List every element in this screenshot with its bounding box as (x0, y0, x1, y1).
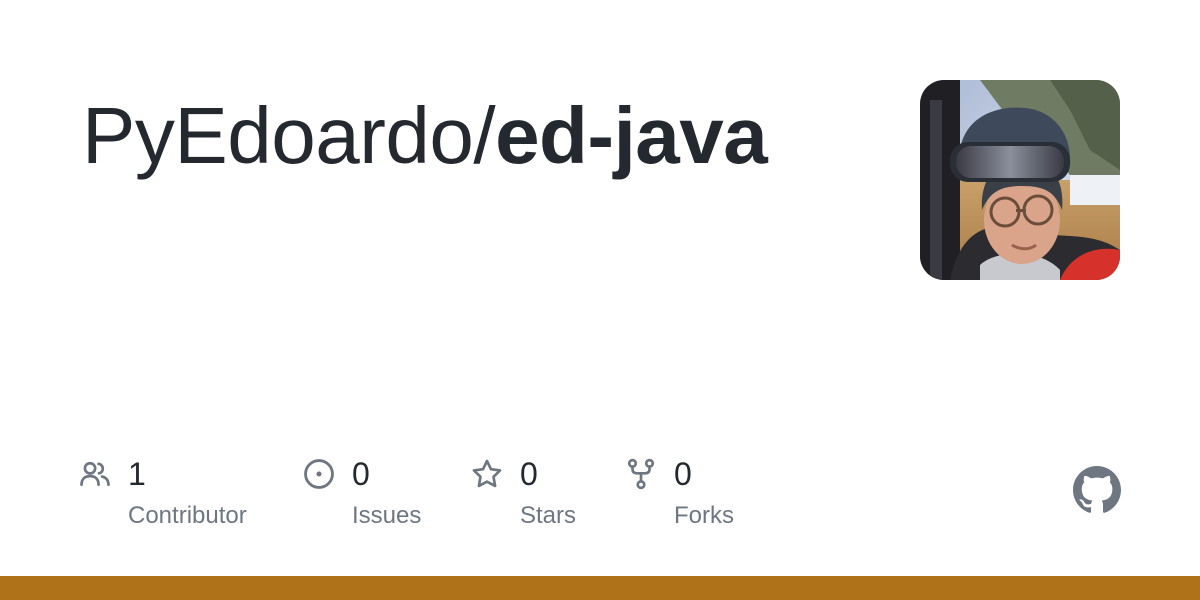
repo-name: ed-java (495, 91, 768, 180)
repo-forked-icon (627, 458, 655, 490)
language-bar (0, 576, 1200, 600)
issues-label: Issues (352, 502, 422, 529)
github-mark-icon[interactable] (1073, 466, 1121, 514)
stars-label: Stars (520, 502, 577, 529)
owner-avatar (920, 80, 1120, 280)
repo-separator: / (473, 91, 496, 180)
star-icon (472, 459, 502, 488)
contributors-label: Contributor (128, 502, 247, 529)
contributors-count: 1 (128, 456, 146, 492)
stars-count: 0 (520, 456, 538, 492)
repo-title: PyEdoardo/ed-java (82, 86, 768, 186)
issue-opened-icon (304, 459, 334, 489)
people-icon (80, 461, 110, 486)
issues-count: 0 (352, 456, 370, 492)
repo-owner: PyEdoardo (82, 91, 474, 180)
forks-label: Forks (674, 502, 734, 529)
forks-count: 0 (674, 456, 692, 492)
